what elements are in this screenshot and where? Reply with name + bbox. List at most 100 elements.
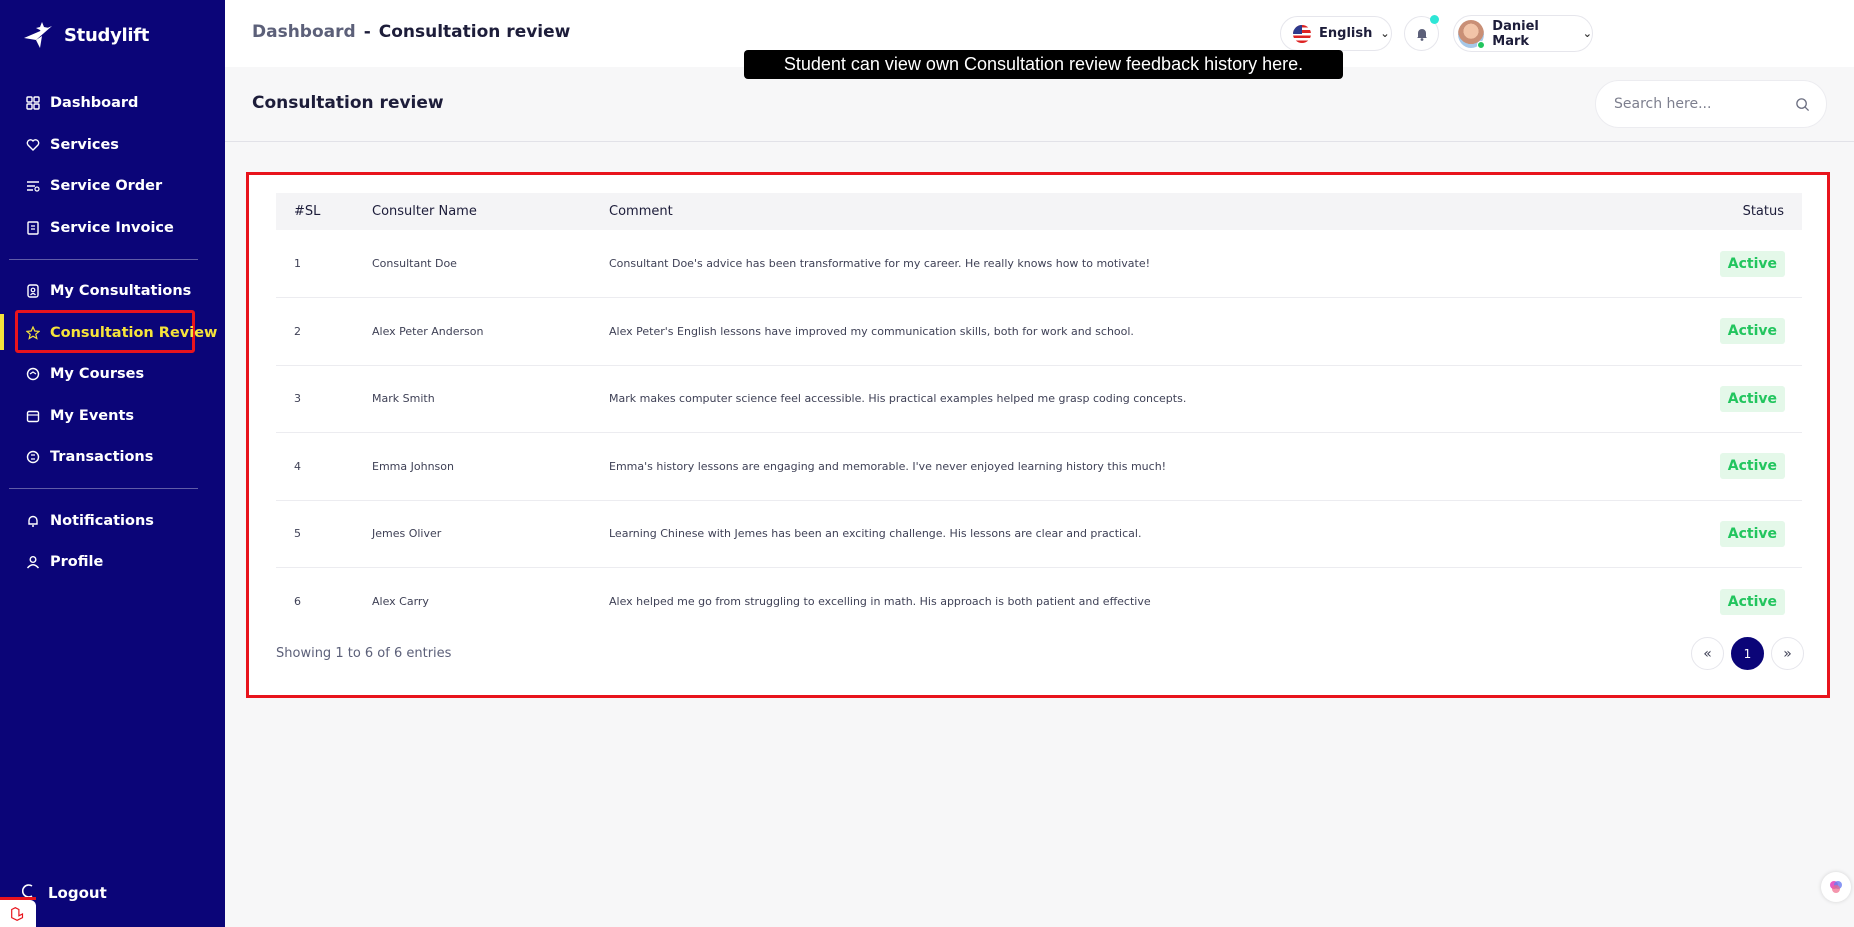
chevron-down-icon: ⌄ [1582, 27, 1592, 40]
notification-dot [1430, 15, 1439, 24]
user-name: Daniel Mark [1492, 18, 1539, 49]
row-comment: Alex helped me go from struggling to exc… [609, 595, 1151, 608]
consultations-icon [26, 284, 40, 298]
us-flag-icon [1293, 24, 1311, 43]
user-menu[interactable]: Daniel Mark ⌄ [1453, 15, 1593, 52]
language-label: English [1319, 26, 1373, 41]
sidebar-item-label: Consultation Review [50, 325, 218, 341]
calendar-icon [26, 409, 40, 423]
logout-button[interactable]: Logout [21, 883, 107, 903]
row-consulter-name: Alex Carry [372, 595, 429, 608]
column-header-status: Status [1653, 193, 1802, 230]
row-status-cell: Active [1653, 433, 1802, 501]
column-header-name: Consulter Name [372, 193, 609, 230]
status-badge: Active [1719, 385, 1785, 412]
sidebar-divider [9, 488, 198, 489]
pagination-page[interactable]: 1 [1731, 637, 1764, 670]
entries-info: Showing 1 to 6 of 6 entries [276, 646, 452, 661]
table-row: 5 Jemes Oliver Learning Chinese with Jem… [276, 500, 1802, 568]
sidebar-item-services[interactable]: Services [26, 132, 119, 158]
sidebar-item-label: Profile [50, 554, 104, 570]
brand-name: Studylift [64, 24, 150, 46]
sidebar-item-label: My Events [50, 408, 135, 424]
avatar [1458, 19, 1486, 49]
transactions-icon [26, 450, 40, 464]
pagination-next[interactable]: » [1771, 637, 1804, 670]
row-consulter-name: Jemes Oliver [372, 527, 442, 541]
sidebar-item-label: Transactions [50, 449, 154, 465]
row-status-cell: Active [1653, 230, 1802, 298]
sidebar-item-dashboard[interactable]: Dashboard [26, 90, 138, 116]
brand-logo[interactable]: Studylift [22, 20, 149, 50]
star-icon [26, 326, 40, 340]
sidebar-item-service-invoice[interactable]: Service Invoice [26, 215, 174, 241]
courses-icon [26, 367, 40, 381]
table-row: 6 Alex Carry Alex helped me go from stru… [276, 568, 1802, 636]
column-header-sl: #SL [276, 193, 372, 230]
dashboard-icon [26, 96, 40, 110]
logo-icon [24, 22, 52, 48]
status-badge: Active [1719, 318, 1785, 345]
sidebar-item-service-order[interactable]: Service Order [26, 173, 162, 199]
sidebar-item-consultation-review[interactable]: Consultation Review [26, 320, 217, 346]
table-row: 4 Emma Johnson Emma's history lessons ar… [276, 433, 1802, 501]
sidebar-item-label: Notifications [50, 513, 154, 529]
status-badge: Active [1719, 520, 1785, 547]
reviews-table: #SL Consulter Name Comment Status 1 Cons… [276, 193, 1802, 635]
sidebar-item-label: Service Invoice [50, 220, 174, 236]
assistant-icon[interactable] [1821, 872, 1851, 902]
row-comment: Consultant Doe's advice has been transfo… [609, 257, 1151, 270]
sidebar-item-notifications[interactable]: Notifications [26, 508, 154, 534]
sidebar-item-label: Dashboard [50, 95, 139, 111]
search-icon[interactable] [1795, 97, 1810, 112]
tooltip: Student can view own Consultation review… [744, 50, 1343, 79]
row-sl: 4 [294, 459, 301, 473]
sidebar-item-my-events[interactable]: My Events [26, 403, 134, 429]
column-header-comment: Comment [609, 193, 1654, 230]
search-box [1595, 80, 1827, 128]
language-selector[interactable]: English ⌄ [1280, 16, 1392, 51]
table-header-row: #SL Consulter Name Comment Status [276, 193, 1802, 230]
service-order-icon [26, 179, 40, 193]
sidebar-item-label: My Consultations [50, 283, 192, 299]
status-badge: Active [1719, 453, 1785, 480]
row-comment: Learning Chinese with Jemes has been an … [609, 527, 1142, 541]
breadcrumb-current: Consultation review [378, 22, 571, 42]
row-sl: 5 [294, 527, 301, 541]
sidebar-item-label: Services [50, 137, 119, 153]
breadcrumb: Dashboard - Consultation review [252, 22, 570, 42]
status-badge: Active [1719, 250, 1785, 277]
pagination: « 1 » [1691, 637, 1804, 670]
table-row: 3 Mark Smith Mark makes computer science… [276, 365, 1802, 433]
sidebar: Studylift Dashboard Services Service Ord… [0, 0, 225, 927]
row-consulter-name: Emma Johnson [372, 459, 454, 473]
sidebar-item-label: My Courses [50, 366, 145, 382]
laravel-debug-icon[interactable] [0, 900, 36, 927]
chevron-down-icon: ⌄ [1380, 27, 1390, 40]
row-comment: Alex Peter's English lessons have improv… [609, 324, 1134, 338]
breadcrumb-separator: - [363, 22, 371, 42]
sidebar-item-transactions[interactable]: Transactions [26, 444, 153, 470]
sidebar-item-my-courses[interactable]: My Courses [26, 361, 144, 387]
user-icon [26, 555, 40, 569]
invoice-icon [26, 221, 40, 235]
status-badge: Active [1719, 588, 1785, 615]
active-indicator [0, 314, 4, 350]
search-input[interactable] [1614, 96, 1774, 112]
row-status-cell: Active [1653, 500, 1802, 568]
table-row: 1 Consultant Doe Consultant Doe's advice… [276, 230, 1802, 298]
reviews-card: #SL Consulter Name Comment Status 1 Cons… [246, 172, 1830, 698]
row-consulter-name: Mark Smith [372, 392, 435, 406]
breadcrumb-root[interactable]: Dashboard [252, 22, 356, 42]
sidebar-item-my-consultations[interactable]: My Consultations [26, 278, 191, 304]
row-comment: Mark makes computer science feel accessi… [609, 392, 1187, 406]
sidebar-item-label: Service Order [50, 178, 163, 194]
pagination-prev[interactable]: « [1691, 637, 1724, 670]
online-status-dot [1477, 40, 1486, 49]
header-divider [225, 141, 1854, 142]
bell-icon [1416, 28, 1427, 41]
row-sl: 3 [294, 392, 301, 406]
page-title: Consultation review [252, 93, 444, 113]
sidebar-item-profile[interactable]: Profile [26, 549, 103, 575]
services-icon [26, 138, 40, 152]
